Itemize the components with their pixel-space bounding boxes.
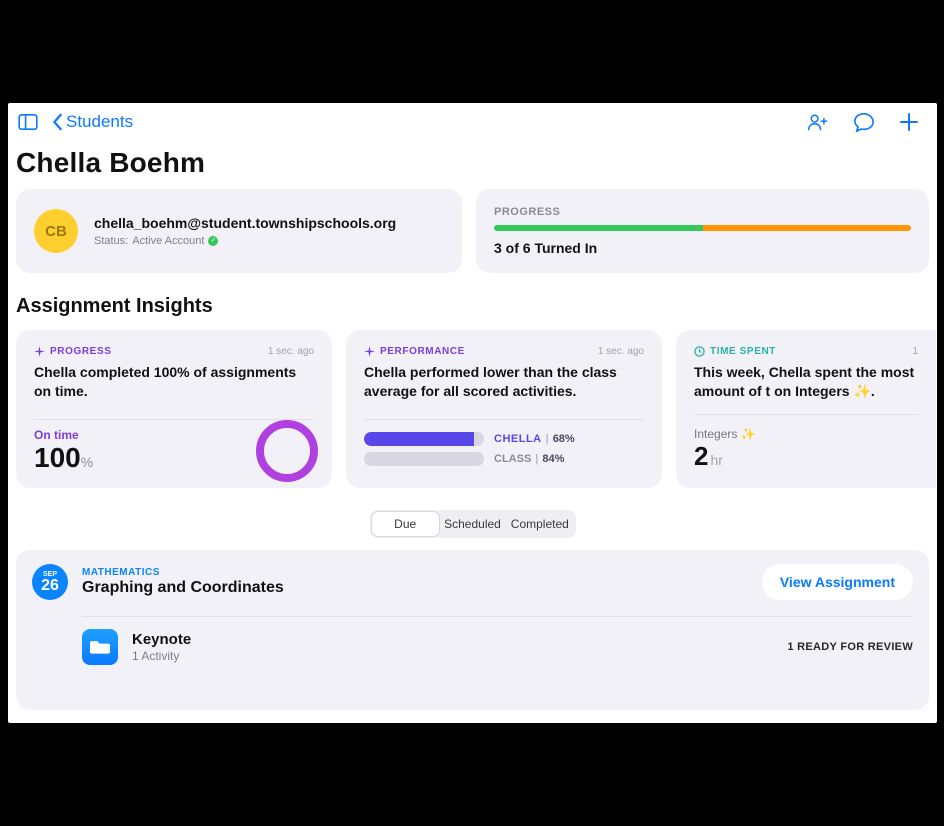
tab-scheduled[interactable]: Scheduled xyxy=(439,512,506,536)
progress-bar xyxy=(494,225,911,231)
insight-timespent-card[interactable]: TIME SPENT 1 This week, Chella spent the… xyxy=(676,330,936,488)
sidebar-toggle-icon[interactable] xyxy=(18,114,38,130)
time-spent-value: 2 xyxy=(694,441,708,471)
activity-status: 1 READY FOR REVIEW xyxy=(787,641,913,653)
insight-timestamp: 1 sec. ago xyxy=(598,346,644,357)
app-window: Students xyxy=(8,103,937,723)
progress-bar-green xyxy=(494,225,703,231)
clock-icon xyxy=(694,346,705,357)
assignment-card: SEP 26 MATHEMATICS Graphing and Coordina… xyxy=(16,550,929,710)
sparkle-icon xyxy=(364,346,375,357)
insights-heading: Assignment Insights xyxy=(16,295,937,318)
assignment-filter-segmented[interactable]: Due Scheduled Completed xyxy=(370,510,576,538)
insight-progress-card[interactable]: PROGRESS 1 sec. ago Chella completed 100… xyxy=(16,330,332,488)
assignment-subject: MATHEMATICS xyxy=(82,567,284,578)
progress-bar-orange xyxy=(703,225,912,231)
insight-body: This week, Chella spent the most amount … xyxy=(694,363,918,401)
insight-performance-card[interactable]: PERFORMANCE 1 sec. ago Chella performed … xyxy=(346,330,662,488)
insight-timestamp: 1 sec. ago xyxy=(268,346,314,357)
status-check-icon xyxy=(208,236,218,246)
tab-due[interactable]: Due xyxy=(372,512,439,536)
top-nav: Students xyxy=(8,105,937,139)
activity-row[interactable]: Keynote 1 Activity 1 READY FOR REVIEW xyxy=(82,629,913,665)
insight-timestamp: 1 xyxy=(912,346,918,357)
time-spent-label: Integers ✨ xyxy=(694,427,918,441)
add-icon[interactable] xyxy=(899,112,919,132)
on-time-value: 100 xyxy=(34,442,81,473)
progress-ring-icon xyxy=(256,420,318,482)
chat-icon[interactable] xyxy=(853,112,875,132)
back-button[interactable]: Students xyxy=(52,112,133,132)
add-person-icon[interactable] xyxy=(807,113,829,131)
chella-bar: CHELLA|68% xyxy=(364,432,644,446)
insight-tag: PROGRESS xyxy=(50,346,111,357)
tab-completed[interactable]: Completed xyxy=(506,512,573,536)
progress-text: 3 of 6 Turned In xyxy=(494,240,911,256)
on-time-label: On time xyxy=(34,428,93,442)
back-label: Students xyxy=(66,112,133,132)
class-bar: CLASS|84% xyxy=(364,452,644,466)
insight-body: Chella completed 100% of assignments on … xyxy=(34,363,314,401)
page-title: Chella Boehm xyxy=(16,147,937,179)
insight-body: Chella performed lower than the class av… xyxy=(364,363,644,401)
insight-tag: PERFORMANCE xyxy=(380,346,465,357)
activity-subtitle: 1 Activity xyxy=(132,649,191,663)
sparkle-icon xyxy=(34,346,45,357)
assignment-title: Graphing and Coordinates xyxy=(82,579,284,597)
progress-card: PROGRESS 3 of 6 Turned In xyxy=(476,189,929,273)
profile-card: CB chella_boehm@student.townshipschools.… xyxy=(16,189,462,273)
view-assignment-button[interactable]: View Assignment xyxy=(762,564,913,600)
activity-title: Keynote xyxy=(132,631,191,648)
avatar: CB xyxy=(34,209,78,253)
progress-label: PROGRESS xyxy=(494,206,911,218)
account-status: Status: Active Account xyxy=(94,235,396,247)
insights-row: PROGRESS 1 sec. ago Chella completed 100… xyxy=(8,330,937,488)
folder-icon xyxy=(82,629,118,665)
student-email: chella_boehm@student.townshipschools.org xyxy=(94,215,396,231)
due-date-chip: SEP 26 xyxy=(32,564,68,600)
insight-tag: TIME SPENT xyxy=(710,346,776,357)
